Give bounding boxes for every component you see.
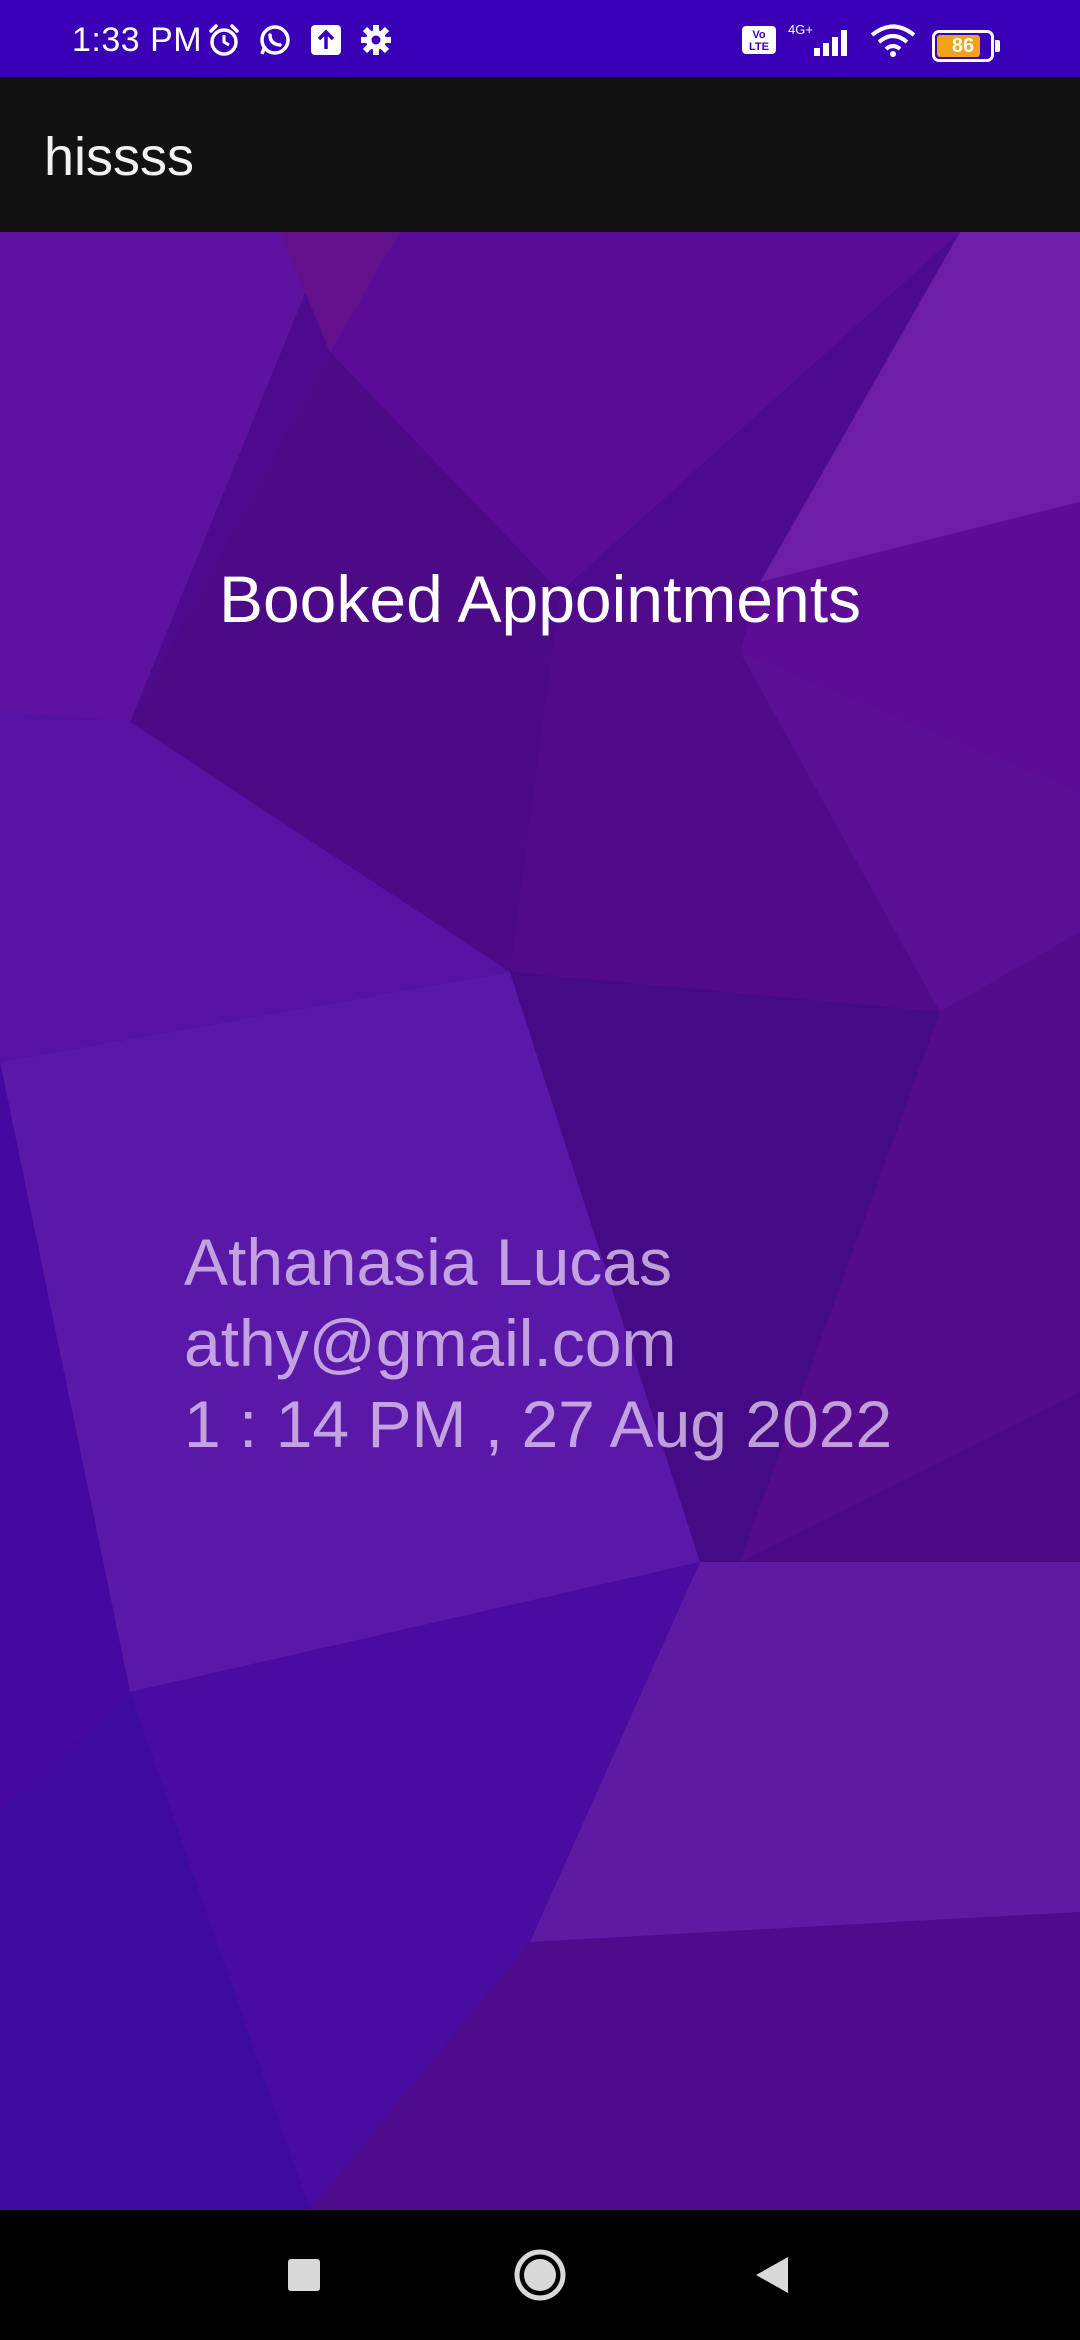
alarm-icon: [206, 22, 242, 58]
recents-icon[interactable]: [272, 2243, 336, 2307]
signal-icon: 4G+: [784, 22, 854, 58]
svg-text:Vo: Vo: [752, 29, 766, 41]
battery-level: 86: [951, 35, 975, 57]
whatsapp-icon: [257, 22, 293, 58]
home-icon[interactable]: [508, 2243, 572, 2307]
page-heading: Booked Appointments: [218, 562, 862, 636]
navigation-bar: [0, 2210, 1080, 2340]
appointment-item: Athanasia Lucas athy@gmail.com 1 : 14 PM…: [184, 1222, 892, 1465]
settings-icon: [358, 22, 394, 58]
status-bar: 1:33 PM Vo LTE 4G+ 86: [0, 0, 1080, 77]
wifi-icon: [868, 22, 918, 58]
appointment-email: athy@gmail.com: [184, 1306, 677, 1380]
svg-text:LTE: LTE: [749, 41, 769, 53]
back-icon[interactable]: [742, 2243, 806, 2307]
app-bar: hissss: [0, 77, 1080, 232]
volte-icon: Vo LTE: [740, 22, 778, 58]
battery-tip: [995, 40, 1000, 52]
app-title: hissss: [44, 127, 195, 187]
appointment-datetime: 1 : 14 PM , 27 Aug 2022: [184, 1387, 893, 1461]
battery-icon: 86: [932, 30, 994, 62]
status-time: 1:33 PM: [72, 21, 203, 59]
appointments-screen: Booked Appointments Athanasia Lucas athy…: [0, 232, 1080, 2210]
app-screen: 1:33 PM Vo LTE 4G+ 86 hissss Booked Appo…: [0, 0, 1080, 2340]
upload-icon: [308, 22, 344, 58]
polygon-background: [0, 232, 1080, 2210]
appointment-name: Athanasia Lucas: [184, 1225, 673, 1299]
network-label: 4G+: [788, 22, 813, 37]
